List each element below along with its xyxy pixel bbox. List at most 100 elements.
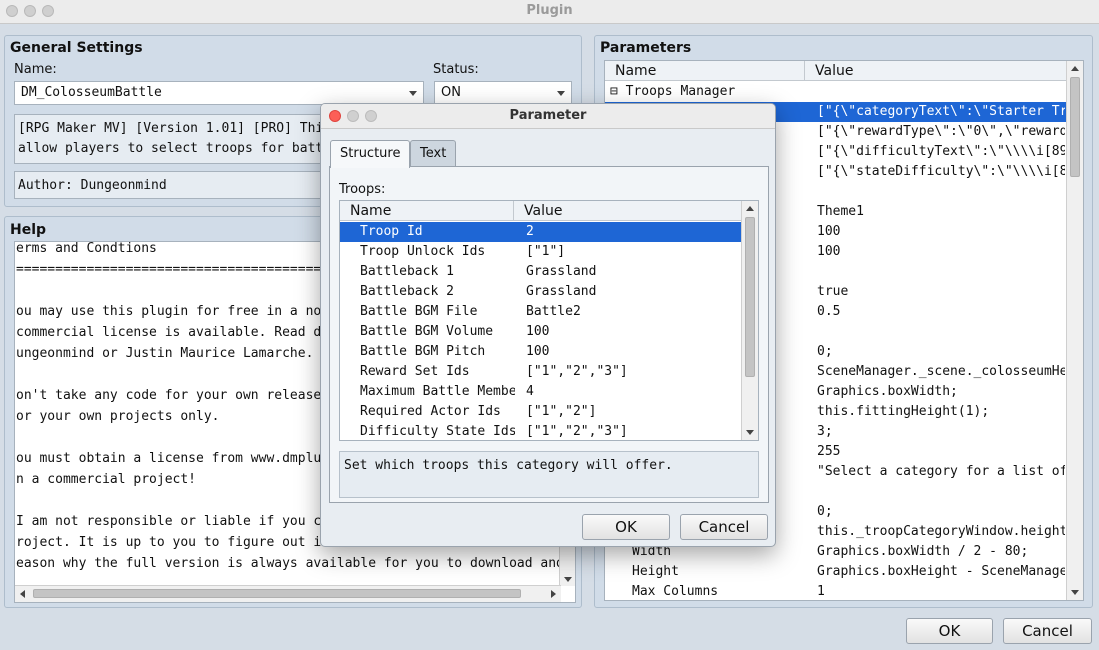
table-row[interactable]: Required Actor Ids ["1","2"] xyxy=(340,402,742,422)
table-row[interactable]: Battleback 2 Grassland xyxy=(340,282,742,302)
table-row[interactable]: Troop Id 2 xyxy=(340,222,742,242)
row-value: this.fittingHeight(1); xyxy=(817,404,990,419)
table-row[interactable]: Troop Unlock Ids ["1"] xyxy=(340,242,742,262)
status-select[interactable]: ON xyxy=(434,81,572,105)
dialog-ok-button[interactable]: OK xyxy=(582,514,670,540)
row-value: Grassland xyxy=(526,284,597,299)
chevron-down-icon xyxy=(409,91,417,96)
scroll-thumb[interactable] xyxy=(1070,77,1080,177)
table-row[interactable]: Difficulty State Ids ["1","2","3"] xyxy=(340,422,742,440)
window-title: Plugin xyxy=(526,3,573,18)
troops-vertical-scrollbar[interactable] xyxy=(741,201,758,440)
description-text: Set which troops this category will offe… xyxy=(344,458,673,473)
row-value: ["1","2","3"] xyxy=(526,424,628,439)
help-title: Help xyxy=(10,222,47,238)
structure-panel: Troops: Name Value Troop Id 2 Troop Unlock… xyxy=(329,166,769,503)
table-row[interactable]: Battle BGM File Battle2 xyxy=(340,302,742,322)
row-value: ["1"] xyxy=(526,244,566,259)
row-value: Grassland xyxy=(526,264,597,279)
table-header: Name Value xyxy=(605,61,1068,81)
parameter-dialog: Parameter Structure Text Troops: Name Va… xyxy=(320,103,776,547)
scroll-down-icon[interactable] xyxy=(746,430,754,435)
parameters-vertical-scrollbar[interactable] xyxy=(1066,61,1083,600)
ok-button[interactable]: OK xyxy=(906,618,993,644)
column-header-value[interactable]: Value xyxy=(805,61,1068,81)
row-name: Maximum Battle Members xyxy=(360,384,515,399)
row-name: Battle BGM File xyxy=(360,304,478,319)
row-name: Battleback 1 xyxy=(360,264,454,279)
scroll-left-icon[interactable] xyxy=(20,590,25,598)
row-value: ["1","2"] xyxy=(526,404,597,419)
scroll-down-icon[interactable] xyxy=(1071,590,1079,595)
row-value: ["{\"difficultyText\":\"\\\\i[89]… xyxy=(817,144,1065,159)
scroll-thumb[interactable] xyxy=(33,589,521,598)
column-header-value[interactable]: Value xyxy=(514,201,743,221)
table-row[interactable]: Reward Set Ids ["1","2","3"] xyxy=(340,362,742,382)
row-name: Required Actor Ids xyxy=(360,404,501,419)
scroll-up-icon[interactable] xyxy=(1071,66,1079,71)
scroll-thumb[interactable] xyxy=(745,217,755,377)
row-value: SceneManager._scene._colosseumHel… xyxy=(817,364,1065,379)
row-value: ["{\"stateDifficulty\":\"\\\\i[88… xyxy=(817,164,1065,179)
row-name: ⊟ Troops Manager xyxy=(610,84,736,99)
row-value: ["1","2","3"] xyxy=(526,364,628,379)
scroll-down-icon[interactable] xyxy=(564,577,572,582)
row-name: Difficulty State Ids xyxy=(360,424,515,439)
help-horizontal-scrollbar[interactable] xyxy=(15,585,561,602)
troops-table[interactable]: Name Value Troop Id 2 Troop Unlock Ids ["1"… xyxy=(339,200,759,441)
help-line: eason why the full version is always ava… xyxy=(16,556,564,571)
general-settings-title: General Settings xyxy=(10,40,143,56)
row-value: ["{\"categoryText\":\"Starter Tro… xyxy=(817,104,1065,119)
table-row[interactable]: Battleback 1 Grassland xyxy=(340,262,742,282)
row-value: 4 xyxy=(526,384,534,399)
tab-structure[interactable]: Structure xyxy=(330,140,411,168)
table-row[interactable]: ⊟ Troops Manager xyxy=(605,82,1068,102)
row-name: Height xyxy=(632,564,679,579)
row-value: Battle2 xyxy=(526,304,581,319)
row-value: Graphics.boxWidth; xyxy=(817,384,958,399)
column-header-name[interactable]: Name xyxy=(340,201,514,221)
row-name: Troop Id xyxy=(360,224,423,239)
table-row[interactable]: Battle BGM Pitch 100 xyxy=(340,342,742,362)
scroll-right-icon[interactable] xyxy=(551,590,556,598)
row-value: 100 xyxy=(817,244,841,259)
cancel-button[interactable]: Cancel xyxy=(1003,618,1092,644)
row-name: Reward Set Ids xyxy=(360,364,470,379)
dialog-cancel-button[interactable]: Cancel xyxy=(680,514,768,540)
row-value: 0; xyxy=(817,504,833,519)
troops-label: Troops: xyxy=(339,182,386,197)
row-value: this._troopCategoryWindow.height … xyxy=(817,524,1065,539)
dialog-titlebar: Parameter xyxy=(321,104,775,129)
troops-table-header: Name Value xyxy=(340,201,743,221)
row-name: Battleback 2 xyxy=(360,284,454,299)
window-titlebar: Plugin xyxy=(0,0,1099,24)
table-row[interactable]: Height Graphics.boxHeight - SceneManager… xyxy=(605,562,1068,582)
plugin-name-value: DM_ColosseumBattle xyxy=(21,85,162,100)
row-value: "Select a category for a list of … xyxy=(817,464,1065,479)
row-name: Troop Unlock Ids xyxy=(360,244,486,259)
dialog-title: Parameter xyxy=(509,108,587,123)
row-value: Theme1 xyxy=(817,204,864,219)
table-row[interactable]: Battle BGM Volume 100 xyxy=(340,322,742,342)
column-header-name[interactable]: Name xyxy=(605,61,805,81)
table-row[interactable]: Maximum Battle Members 4 xyxy=(340,382,742,402)
row-value: 0; xyxy=(817,344,833,359)
row-value: true xyxy=(817,284,849,299)
row-value: 255 xyxy=(817,444,841,459)
row-value: Graphics.boxWidth / 2 - 80; xyxy=(817,544,1029,559)
row-value: 3; xyxy=(817,424,833,439)
row-value: 0.5 xyxy=(817,304,841,319)
row-value: 1 xyxy=(817,584,825,599)
chevron-down-icon xyxy=(557,91,565,96)
row-name: Max Columns xyxy=(632,584,719,599)
scroll-up-icon[interactable] xyxy=(746,206,754,211)
tab-text[interactable]: Text xyxy=(410,140,457,167)
row-name: Battle BGM Volume xyxy=(360,324,494,339)
parameters-title: Parameters xyxy=(600,40,692,56)
name-label: Name: xyxy=(14,62,57,77)
row-value: ["{\"rewardType\":\"0\",\"rewardD… xyxy=(817,124,1065,139)
table-row[interactable]: Max Columns 1 xyxy=(605,582,1068,600)
plugin-name-select[interactable]: DM_ColosseumBattle xyxy=(14,81,424,105)
status-label: Status: xyxy=(433,62,479,77)
row-value: 100 xyxy=(817,224,841,239)
